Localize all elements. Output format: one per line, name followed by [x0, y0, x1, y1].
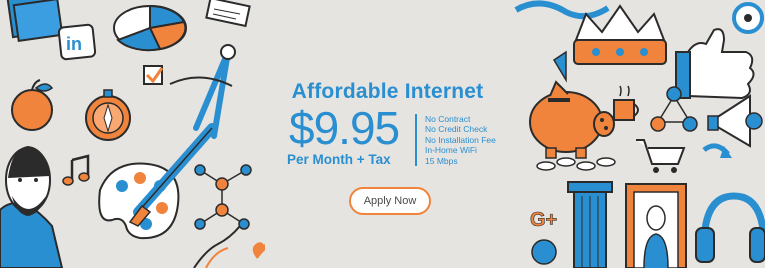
drafting-compass-icon [169, 44, 236, 139]
apply-now-button[interactable]: Apply Now [349, 187, 431, 215]
left-illustrations: in [0, 0, 265, 268]
checkbox-icon [143, 65, 164, 85]
feature-list: No Contract No Credit Check No Installat… [425, 114, 496, 166]
heart-icon [252, 242, 265, 259]
curved-arrow-icon [702, 143, 732, 158]
mona-lisa-frame [625, 183, 687, 268]
molecule-icon [194, 164, 252, 230]
wavy-line [514, 0, 610, 20]
compass-icon [85, 89, 131, 141]
thumbs-up-icon [675, 28, 755, 100]
promo-banner: in Affordable Internet $9.95 Per Month +… [0, 0, 765, 268]
lincoln-portrait [0, 146, 64, 268]
music-note-icon [62, 154, 90, 186]
feature-item: No Contract [425, 114, 471, 124]
feature-item: In-Home WiFi [425, 145, 477, 156]
paper-icon [205, 0, 251, 28]
price-subline: Per Month + Tax [287, 152, 391, 167]
divider [415, 114, 417, 166]
pie-chart-icon [113, 4, 187, 52]
phone-icon [531, 239, 557, 265]
google-plus-icon: G+ [530, 209, 558, 232]
price: $9.95 [289, 102, 400, 154]
arrow-icon [552, 50, 567, 83]
megaphone-icon [707, 94, 763, 148]
coffee-cup-icon [613, 85, 639, 121]
piggy-bank-icon [529, 80, 615, 159]
folder-icon [6, 0, 64, 43]
feature-item: No Installation Fee [425, 134, 496, 145]
dial-icon [732, 2, 764, 34]
linkedin-label: in [66, 34, 82, 54]
dna-icon [193, 225, 241, 268]
shopping-cart-icon [636, 139, 686, 173]
column-icon [567, 181, 613, 268]
feature-item: 15 Mbps [425, 155, 458, 166]
headphones-icon [695, 192, 765, 263]
offer-panel: Affordable Internet $9.95 Per Month + Ta… [265, 0, 510, 268]
feature-item: No Credit Check [425, 124, 488, 135]
crown-icon [573, 4, 667, 65]
coins-icon [536, 157, 616, 171]
right-illustrations: G+ [514, 0, 765, 268]
apple-icon [11, 79, 54, 131]
google-plus-label: G+ [530, 209, 557, 231]
linkedin-icon: in [57, 23, 97, 61]
headline: Affordable Internet [291, 80, 484, 103]
